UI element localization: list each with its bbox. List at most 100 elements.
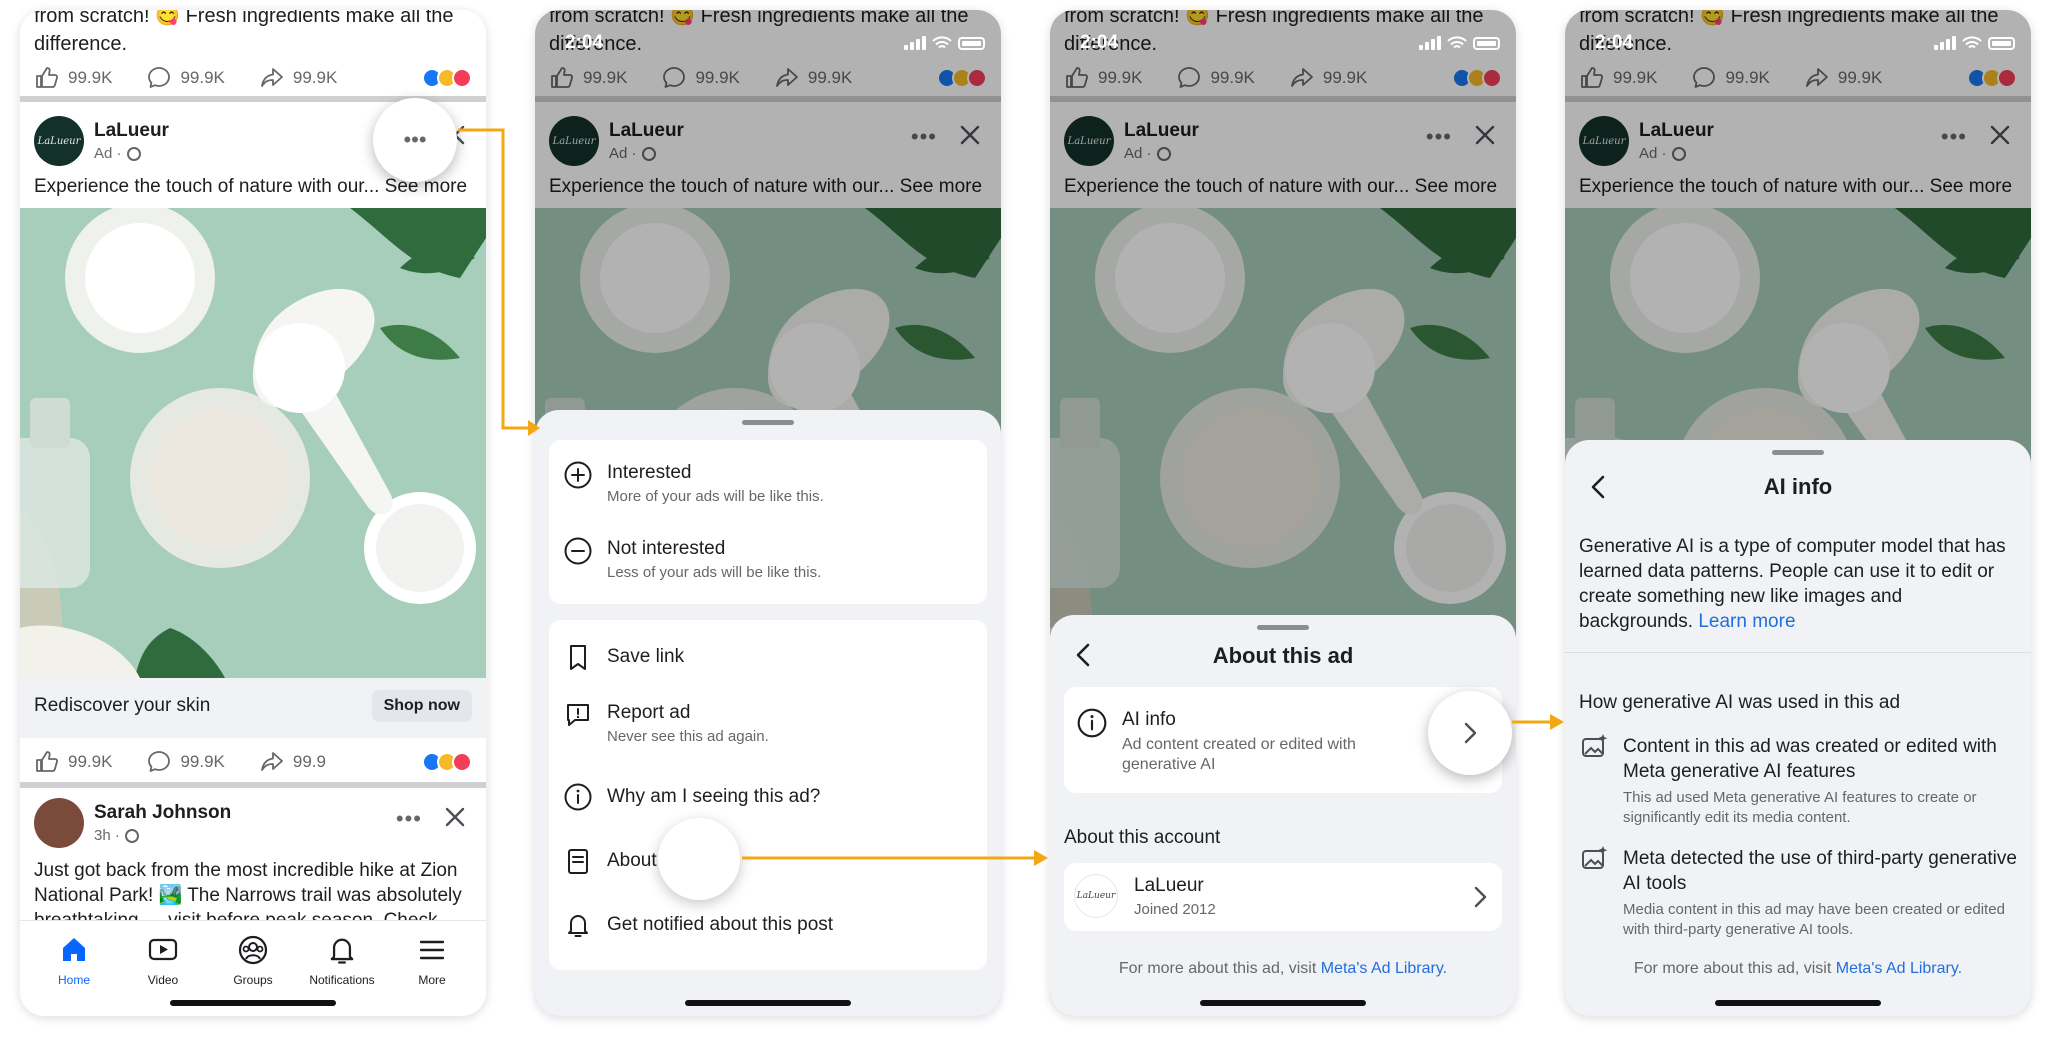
status-icons <box>1419 36 1500 50</box>
reaction-icons <box>422 752 472 772</box>
wifi-icon <box>1962 36 1982 49</box>
share-button[interactable]: 99.9K <box>259 65 337 91</box>
ad-image[interactable] <box>20 208 486 678</box>
ai-info-sheet: AI info Generative AI is a type of compu… <box>1565 440 2031 1016</box>
brand-avatar[interactable]: LaLueur <box>34 116 84 166</box>
menu-item-save-link[interactable]: Save link <box>563 642 973 682</box>
ai-info-sub: Ad content created or edited with genera… <box>1122 736 1356 773</box>
plus-circle-icon <box>563 460 593 490</box>
signal-icon <box>1934 36 1956 50</box>
status-time: 2:04 <box>565 32 604 53</box>
comment-button[interactable]: 99.9K <box>146 65 225 91</box>
menu-item-sub: Never see this ad again. <box>607 728 769 745</box>
account-joined: Joined 2012 <box>1134 901 1216 918</box>
brand-name[interactable]: LaLueur <box>94 120 169 142</box>
arrowhead <box>1034 850 1048 866</box>
status-icons <box>1934 36 2015 50</box>
chevron-right-icon <box>1460 718 1480 748</box>
groups-icon <box>238 935 268 965</box>
info-icon <box>1076 707 1108 739</box>
menu-icon <box>419 940 445 960</box>
author-name[interactable]: Sarah Johnson <box>94 802 231 824</box>
info-icon <box>563 782 593 812</box>
like-button[interactable]: 99.9K <box>34 749 112 775</box>
menu-item-label: Save link <box>607 646 685 667</box>
tab-groups[interactable]: Groups <box>213 933 293 987</box>
ai-intro: Generative AI is a type of computer mode… <box>1565 520 2031 650</box>
divider <box>20 782 486 788</box>
menu-item-label: Report ad <box>607 702 691 723</box>
wifi-icon <box>932 36 952 49</box>
ai-usage-sub: This ad used Meta generative AI features… <box>1623 789 1977 826</box>
share-button[interactable]: 99.9 <box>259 749 326 775</box>
like-count: 99.9K <box>68 68 113 87</box>
menu-item-notify[interactable]: Get notified about this post <box>563 910 973 950</box>
interest-card: Interested More of your ads will be like… <box>549 440 987 604</box>
comment-count: 99.9K <box>180 68 225 87</box>
user-avatar[interactable] <box>34 798 84 848</box>
options-sheet: Interested More of your ads will be like… <box>535 410 1001 1016</box>
menu-item-sub: Less of your ads will be like this. <box>607 564 822 581</box>
ad-library-link[interactable]: Meta's Ad Library. <box>1836 960 1962 977</box>
love-reaction-icon <box>452 752 472 772</box>
battery-icon <box>1473 37 1500 50</box>
home-icon <box>63 938 85 961</box>
menu-item-about-ad[interactable]: About this ad <box>563 846 973 886</box>
sheet-handle[interactable] <box>1257 625 1309 630</box>
tab-notifications[interactable]: Notifications <box>302 933 382 987</box>
sheet-handle[interactable] <box>1772 450 1824 455</box>
comment-count: 99.9K <box>180 752 225 771</box>
shop-now-button[interactable]: Shop now <box>371 690 472 722</box>
home-indicator <box>1200 1000 1366 1006</box>
menu-item-label: Get notified about this post <box>607 914 834 935</box>
learn-more-link[interactable]: Learn more <box>1698 611 1795 632</box>
globe-icon <box>126 146 141 161</box>
more-options-icon[interactable]: ••• <box>396 806 422 832</box>
menu-item-not-interested[interactable]: Not interested Less of your ads will be … <box>563 536 973 586</box>
skincare-photo <box>20 208 486 678</box>
tab-label: Home <box>57 973 90 987</box>
reaction-icons <box>422 68 472 88</box>
tab-video[interactable]: Video <box>123 933 203 987</box>
ai-image-icon <box>1579 844 1609 874</box>
previous-post-area: from scratch! 😋 Fresh ingredients make a… <box>20 10 486 110</box>
ad-meta: Ad · <box>94 145 141 162</box>
arrowhead <box>1550 714 1564 730</box>
status-bar: 2:04 <box>535 32 1001 56</box>
phone-ai-info: from scratch! 😋 Fresh ingredients make a… <box>1565 10 2031 1016</box>
phone-feed: from scratch! 😋 Fresh ingredients make a… <box>20 10 486 1016</box>
ai-info-highlight[interactable] <box>1428 691 1512 775</box>
ai-usage-sub: Media content in this ad may have been c… <box>1623 901 2005 938</box>
ad-library-footer: For more about this ad, visit Meta's Ad … <box>1118 960 1448 977</box>
comment-button[interactable]: 99.9K <box>146 749 225 775</box>
bottom-tab-bar: Home Video Groups Notifications More <box>20 920 486 1016</box>
status-time: 2:04 <box>1080 32 1119 53</box>
share-count: 99.9K <box>292 68 338 87</box>
bell-icon <box>325 933 359 967</box>
previous-post-text: from scratch! 😋 Fresh ingredients make a… <box>34 10 454 55</box>
document-icon <box>563 846 593 876</box>
account-name: LaLueur <box>1134 875 1204 896</box>
tab-more[interactable]: More <box>392 933 472 987</box>
menu-item-label: Why am I seeing this ad? <box>607 786 821 807</box>
sheet-handle[interactable] <box>742 420 794 425</box>
ai-intro-text: Generative AI is a type of computer mode… <box>1579 536 2006 632</box>
close-icon[interactable] <box>438 800 472 834</box>
like-button[interactable]: 99.9K <box>34 65 112 91</box>
like-icon <box>34 749 60 775</box>
account-section-title: About this account <box>1064 827 1221 848</box>
ad-library-link[interactable]: Meta's Ad Library. <box>1321 960 1447 977</box>
chevron-right-icon <box>1470 882 1490 912</box>
tab-home[interactable]: Home <box>34 933 114 987</box>
bell-icon <box>563 910 593 940</box>
about-ad-highlight[interactable] <box>658 818 740 900</box>
minus-circle-icon <box>563 536 593 566</box>
menu-item-why-seeing[interactable]: Why am I seeing this ad? <box>563 782 973 822</box>
menu-item-report-ad[interactable]: Report ad Never see this ad again. <box>563 700 973 750</box>
ai-usage-label: Meta detected the use of third-party gen… <box>1623 848 2017 894</box>
account-avatar: LaLueur <box>1074 874 1118 918</box>
account-row[interactable]: LaLueur LaLueur Joined 2012 <box>1064 863 1502 931</box>
more-options-highlight[interactable]: ••• <box>373 98 457 182</box>
home-indicator <box>170 1000 336 1006</box>
menu-item-interested[interactable]: Interested More of your ads will be like… <box>563 460 973 510</box>
